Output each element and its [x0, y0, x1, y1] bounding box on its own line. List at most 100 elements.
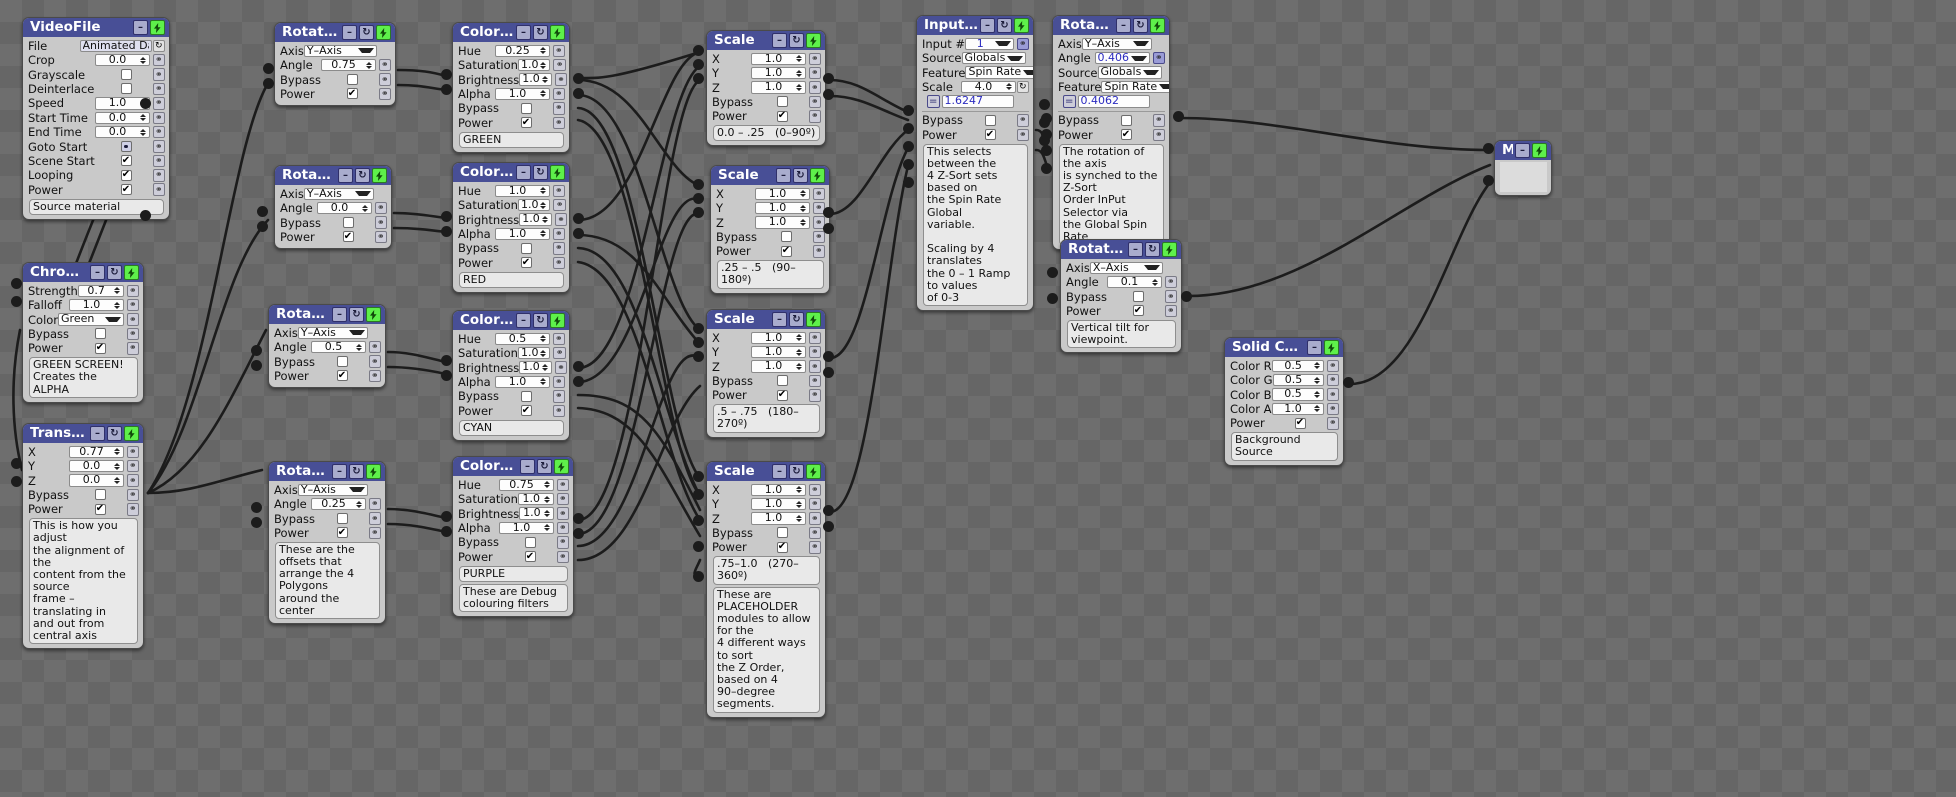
number-field-x[interactable]: 1.0	[750, 331, 806, 345]
link-icon[interactable]: ⚭	[126, 298, 139, 312]
minimize-icon[interactable]: –	[338, 168, 353, 183]
link-icon[interactable]: ⚭	[553, 198, 566, 212]
spinner[interactable]	[543, 494, 551, 505]
text-field-file[interactable]: Animated Danci...	[79, 39, 152, 53]
connector-port[interactable]	[693, 541, 704, 552]
checkbox-power[interactable]: ✔	[120, 184, 132, 196]
dropdown-input-[interactable]: 1	[965, 37, 1014, 51]
spinner[interactable]	[795, 82, 803, 93]
link-icon[interactable]: ⚭	[552, 44, 565, 58]
link-icon[interactable]: ⚭	[556, 478, 569, 492]
minimize-icon[interactable]: –	[1307, 340, 1322, 355]
node-solidcolor[interactable]: Solid Color–Color R0.5⚭Color G0.5⚭Color …	[1224, 337, 1344, 466]
spinner[interactable]	[1005, 81, 1013, 92]
connector-port[interactable]	[693, 337, 704, 348]
connector-port[interactable]	[693, 515, 704, 526]
connector-port[interactable]	[251, 502, 262, 513]
checkbox-bypass[interactable]	[342, 217, 354, 229]
spinner[interactable]	[799, 217, 807, 228]
link-icon[interactable]: ⚭	[378, 87, 391, 101]
connector-port[interactable]	[823, 89, 834, 100]
node-videofile[interactable]: VideoFile – File Animated Danci...↻ Crop 0.0 ⚭…	[22, 17, 170, 220]
checkbox-bypass[interactable]	[346, 74, 358, 86]
dropdown-axis[interactable]: Y–Axis	[303, 187, 374, 201]
connector-port[interactable]	[823, 73, 834, 84]
link-icon[interactable]: ⚭	[152, 82, 165, 96]
link-icon[interactable]: ⚭	[808, 52, 821, 66]
spinner[interactable]	[795, 361, 803, 372]
number-field-end-time[interactable]: 0.0	[94, 125, 150, 139]
link-icon[interactable]: ⚭	[1326, 373, 1339, 387]
checkbox-bypass[interactable]	[776, 527, 788, 539]
node-rotate_tilt[interactable]: RotateAxis–↻AxisX–AxisAngle0.1⚭Bypass⚭Po…	[1060, 239, 1182, 354]
link-icon[interactable]: ⚭	[1152, 51, 1165, 65]
spinner[interactable]	[539, 60, 547, 71]
node-rotate4[interactable]: RotateAxis–↻AxisY–AxisAngle0.25⚭Bypass⚭P…	[268, 461, 386, 624]
number-field-x[interactable]: 1.0	[750, 52, 806, 66]
dropdown-angle[interactable]: 0.4062	[1094, 51, 1150, 65]
link-icon[interactable]: ⚭	[554, 73, 568, 86]
checkbox-power[interactable]: ✔	[524, 551, 536, 563]
number-field-y[interactable]: 1.0	[750, 66, 806, 80]
checkbox-bypass[interactable]	[984, 114, 996, 126]
connector-port[interactable]	[1343, 377, 1354, 388]
dropdown-feature[interactable]: Spin Rate	[1101, 80, 1169, 94]
checkbox-scene-start[interactable]: ✔	[120, 155, 132, 167]
spinner[interactable]	[113, 446, 121, 457]
spinner[interactable]	[541, 74, 549, 85]
node-header-solidcolor[interactable]: Solid Color–	[1225, 338, 1343, 357]
power-icon[interactable]	[1014, 18, 1029, 33]
minimize-icon[interactable]: –	[516, 313, 531, 328]
checkbox-power[interactable]: ✔	[520, 117, 532, 129]
node-header-colorhsb1[interactable]: ColorHSB–↻	[453, 23, 569, 42]
refresh-icon[interactable]: ↻	[789, 312, 804, 327]
connector-port[interactable]	[573, 513, 584, 524]
connector-port[interactable]	[693, 59, 704, 70]
connector-port[interactable]	[903, 123, 914, 134]
refresh-icon[interactable]: ↻	[533, 313, 548, 328]
number-field-alpha[interactable]: 1.0	[494, 87, 550, 101]
link-icon[interactable]: ⚭	[152, 68, 165, 81]
spinner[interactable]	[139, 55, 147, 66]
link-icon[interactable]: ⚭	[556, 550, 569, 563]
link-icon[interactable]: ⚭	[152, 140, 165, 153]
power-icon[interactable]	[366, 464, 381, 479]
connector-port[interactable]	[903, 159, 914, 170]
node-magic[interactable]: Magic–	[1494, 140, 1552, 196]
number-field-strength[interactable]: 0.7	[77, 284, 124, 298]
checkbox-bypass[interactable]	[520, 390, 532, 402]
link-icon[interactable]: ⚭	[808, 345, 821, 359]
link-icon[interactable]: ⚭	[126, 474, 139, 487]
link-icon[interactable]: ⚭	[1016, 37, 1029, 51]
number-field-angle[interactable]: 0.25	[310, 497, 366, 511]
checkbox-bypass[interactable]	[94, 489, 106, 501]
connector-port[interactable]	[1047, 267, 1058, 278]
connector-port[interactable]	[903, 177, 914, 188]
spinner[interactable]	[113, 285, 121, 296]
node-header-scale3[interactable]: Scale – ↻	[707, 310, 825, 329]
minimize-icon[interactable]: –	[332, 307, 347, 322]
link-icon[interactable]: ⚭	[1016, 114, 1029, 127]
checkbox-power[interactable]: ✔	[336, 370, 348, 382]
node-header-rotate_spin[interactable]: RotateAxis–↻	[1053, 16, 1169, 35]
number-field-brightness[interactable]: 1.0	[519, 507, 554, 520]
connector-port[interactable]	[693, 179, 704, 190]
connector-port[interactable]	[263, 63, 274, 74]
connector-port[interactable]	[1041, 113, 1052, 124]
checkbox-power[interactable]: ✔	[520, 405, 532, 417]
node-header-rotate2[interactable]: RotateAxis–↻	[275, 166, 391, 185]
refresh-icon[interactable]: ↻	[349, 307, 364, 322]
link-icon[interactable]: ⚭	[1326, 359, 1339, 373]
connector-port[interactable]	[1173, 111, 1184, 122]
connector-port[interactable]	[823, 223, 834, 234]
connector-port[interactable]	[693, 489, 704, 500]
link-icon[interactable]: ⚭	[808, 541, 821, 554]
dropdown-axis[interactable]: Y–Axis	[1081, 37, 1152, 51]
link-icon[interactable]: ⚭	[374, 216, 387, 229]
node-header-scale4[interactable]: Scale – ↻	[707, 462, 825, 481]
number-field-falloff[interactable]: 1.0	[68, 298, 124, 312]
checkbox-power[interactable]: ✔	[1132, 305, 1144, 317]
link-icon[interactable]: ⚭	[552, 116, 565, 129]
link-icon[interactable]: ⚭	[152, 154, 165, 168]
minimize-icon[interactable]: –	[516, 25, 531, 40]
